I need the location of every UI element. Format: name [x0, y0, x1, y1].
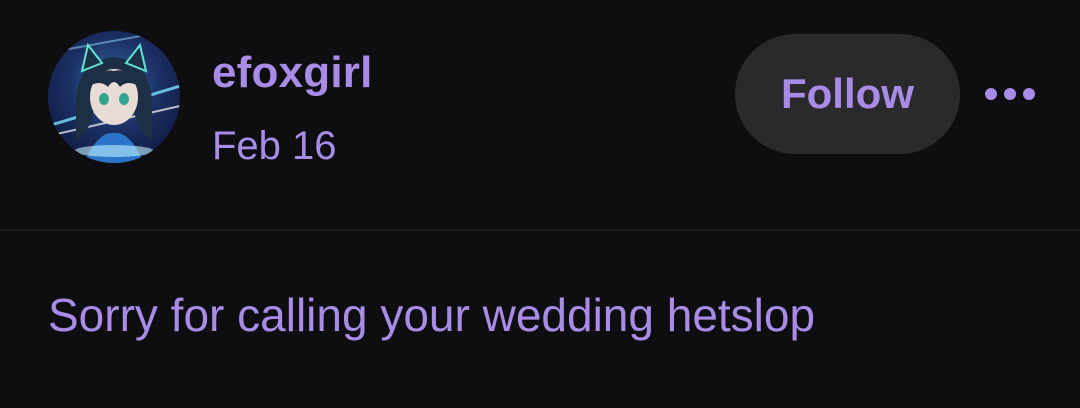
more-options-button[interactable]: [978, 74, 1042, 114]
anime-girl-avatar-icon: [48, 31, 180, 163]
post-date: Feb 16: [212, 124, 337, 168]
username-link[interactable]: efoxgirl: [212, 48, 373, 98]
post-card: efoxgirl Feb 16 Follow Sorry for calling…: [0, 0, 1080, 408]
post-body-text: Sorry for calling your wedding hetslop: [48, 289, 816, 341]
follow-button[interactable]: Follow: [735, 34, 960, 154]
avatar[interactable]: [48, 31, 180, 163]
post-header: efoxgirl Feb 16 Follow: [0, 0, 1080, 231]
more-horizontal-icon: [985, 88, 1035, 100]
